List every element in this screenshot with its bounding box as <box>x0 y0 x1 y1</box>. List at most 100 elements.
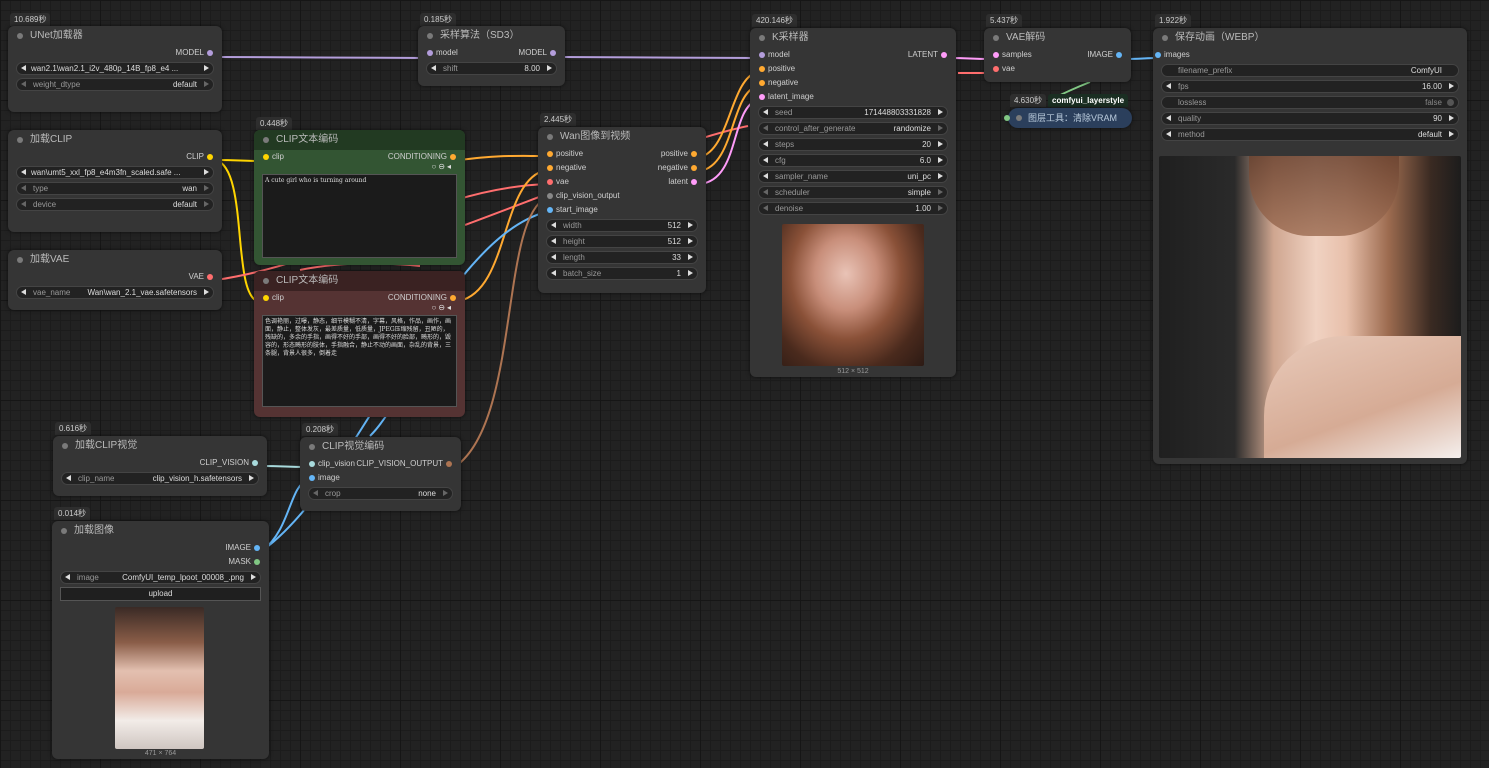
slot-dot-icon[interactable] <box>691 151 697 157</box>
slot-dot-icon[interactable] <box>547 165 553 171</box>
arrow-right-icon[interactable] <box>938 157 943 163</box>
arrow-left-icon[interactable] <box>21 289 26 295</box>
arrow-left-icon[interactable] <box>21 185 26 191</box>
arrow-right-icon[interactable] <box>1449 131 1454 137</box>
wan-positive-output[interactable]: positive <box>661 147 697 161</box>
arrow-right-icon[interactable] <box>688 254 693 260</box>
cfg-widget[interactable]: cfg 6.0 <box>758 154 948 167</box>
vae-decode-node[interactable]: VAE解码 samples IMAGE vae <box>984 28 1131 82</box>
save-webp-node[interactable]: 保存动画（WEBP） images filename_prefix ComfyUI… <box>1153 28 1467 464</box>
load-image-title[interactable]: 加载图像 <box>52 521 269 541</box>
arrow-right-icon[interactable] <box>443 490 448 496</box>
save-webp-title[interactable]: 保存动画（WEBP） <box>1153 28 1467 48</box>
slot-dot-icon[interactable] <box>941 52 947 58</box>
collapse-dot-icon[interactable] <box>62 443 68 449</box>
arrow-left-icon[interactable] <box>551 222 556 228</box>
cve-clip-vision-input[interactable]: clip_vision <box>309 457 355 471</box>
arrow-left-icon[interactable] <box>1166 83 1171 89</box>
arrow-left-icon[interactable] <box>763 205 768 211</box>
sampling-model-output[interactable]: MODEL <box>519 46 556 60</box>
scheduler-combo[interactable]: scheduler simple <box>758 186 948 199</box>
arrow-right-icon[interactable] <box>204 169 209 175</box>
vaedecode-vae-input[interactable]: vae <box>993 62 1015 76</box>
ksampler-latent-output[interactable]: LATENT <box>908 48 947 62</box>
slot-dot-icon[interactable] <box>252 460 258 466</box>
slot-dot-icon[interactable] <box>254 559 260 565</box>
slot-dot-icon[interactable] <box>450 295 456 301</box>
quality-widget[interactable]: quality 90 <box>1161 112 1459 125</box>
arrow-left-icon[interactable] <box>313 490 318 496</box>
sampling-model-input[interactable]: model <box>427 46 458 60</box>
load-image-node[interactable]: 加载图像 IMAGE MASK image ComfyUI_temp_lpoot_… <box>52 521 269 759</box>
save-images-input[interactable]: images <box>1155 48 1190 62</box>
slot-dot-icon[interactable] <box>759 52 765 58</box>
clip-device-combo[interactable]: device default <box>16 198 214 211</box>
arrow-left-icon[interactable] <box>431 65 436 71</box>
collapse-dot-icon[interactable] <box>993 35 999 41</box>
wan-negative-input[interactable]: negative <box>547 161 586 175</box>
collapse-dot-icon[interactable] <box>1162 35 1168 41</box>
collapse-dot-icon[interactable] <box>263 137 269 143</box>
collapse-dot-icon[interactable] <box>1016 115 1022 121</box>
load-clip-node[interactable]: 加载CLIP CLIP wan\umt5_xxl_fp8_e4m3fn_scal… <box>8 130 222 232</box>
unet-name-combo[interactable]: wan2.1\wan2.1_i2v_480p_14B_fp8_e4 ... <box>16 62 214 75</box>
wan-image-to-video-node[interactable]: Wan图像到视频 positive positive negative nega… <box>538 127 706 293</box>
arrow-right-icon[interactable] <box>204 81 209 87</box>
wan-title[interactable]: Wan图像到视频 <box>538 127 706 147</box>
collapse-dot-icon[interactable] <box>17 137 23 143</box>
wan-height-widget[interactable]: height 512 <box>546 235 698 248</box>
arrow-left-icon[interactable] <box>21 169 26 175</box>
slot-dot-icon[interactable] <box>1116 52 1122 58</box>
unet-loader-node[interactable]: UNet加载器 MODEL wan2.1\wan2.1_i2v_480p_14B… <box>8 26 222 112</box>
wan-batch-size-widget[interactable]: batch_size 1 <box>546 267 698 280</box>
load-clip-vision-title[interactable]: 加载CLIP视觉 <box>53 436 267 456</box>
ksampler-negative-input[interactable]: negative <box>759 76 798 90</box>
slot-dot-icon[interactable] <box>446 461 452 467</box>
load-image-image-output[interactable]: IMAGE <box>225 541 260 555</box>
arrow-right-icon[interactable] <box>938 189 943 195</box>
arrow-left-icon[interactable] <box>763 141 768 147</box>
ksampler-latent-input[interactable]: latent_image <box>759 90 814 104</box>
clip-text-neg-clip-input[interactable]: clip <box>263 291 284 305</box>
cve-image-input[interactable]: image <box>309 471 340 485</box>
arrow-right-icon[interactable] <box>251 574 256 580</box>
filename-prefix-field[interactable]: filename_prefix ComfyUI <box>1161 64 1459 77</box>
method-combo[interactable]: method default <box>1161 128 1459 141</box>
slot-dot-icon[interactable] <box>450 154 456 160</box>
arrow-right-icon[interactable] <box>249 475 254 481</box>
collapse-dot-icon[interactable] <box>759 35 765 41</box>
textarea-tools-icon[interactable]: ○⊖◂ <box>431 303 453 312</box>
load-vae-title[interactable]: 加载VAE <box>8 250 222 270</box>
ksampler-title[interactable]: K采样器 <box>750 28 956 48</box>
vae-name-combo[interactable]: vae_name Wan\wan_2.1_vae.safetensors <box>16 286 214 299</box>
clip-name-combo[interactable]: wan\umt5_xxl_fp8_e4m3fn_scaled.safe ... <box>16 166 214 179</box>
arrow-right-icon[interactable] <box>1449 115 1454 121</box>
load-clip-vision-node[interactable]: 加载CLIP视觉 CLIP_VISION clip_name clip_visio… <box>53 436 267 496</box>
load-clip-title[interactable]: 加载CLIP <box>8 130 222 150</box>
negative-prompt-textarea[interactable]: 色调艳丽，过曝，静态，细节模糊不清，字幕，风格，作品，画作，画面，静止，整体发灰… <box>262 315 457 407</box>
lossless-toggle[interactable]: lossless false <box>1161 96 1459 109</box>
cve-output[interactable]: CLIP_VISION_OUTPUT <box>356 457 452 471</box>
clip-text-positive-node[interactable]: CLIP文本编码 clip CONDITIONING ○⊖◂ A cute gi… <box>254 130 465 265</box>
arrow-right-icon[interactable] <box>688 222 693 228</box>
toggle-knob-icon[interactable] <box>1447 99 1454 106</box>
arrow-right-icon[interactable] <box>938 173 943 179</box>
slot-dot-icon[interactable] <box>759 66 765 72</box>
unet-model-output[interactable]: MODEL <box>176 46 213 60</box>
steps-widget[interactable]: steps 20 <box>758 138 948 151</box>
clip-vision-name-combo[interactable]: clip_name clip_vision_h.safetensors <box>61 472 259 485</box>
clip-vision-encode-node[interactable]: CLIP视觉编码 clip_vision CLIP_VISION_OUTPUT … <box>300 437 461 511</box>
slot-dot-icon[interactable] <box>547 179 553 185</box>
arrow-left-icon[interactable] <box>763 109 768 115</box>
sampling-sd3-title[interactable]: 采样算法（SD3） <box>418 26 565 46</box>
arrow-right-icon[interactable] <box>938 109 943 115</box>
control-after-generate-combo[interactable]: control_after_generate randomize <box>758 122 948 135</box>
slot-dot-icon[interactable] <box>207 50 213 56</box>
seed-widget[interactable]: seed 171448803331828 <box>758 106 948 119</box>
upload-button[interactable]: upload <box>60 587 261 601</box>
ksampler-model-input[interactable]: model <box>759 48 790 62</box>
collapse-dot-icon[interactable] <box>427 33 433 39</box>
slot-dot-icon[interactable] <box>1004 115 1010 121</box>
image-file-combo[interactable]: image ComfyUI_temp_lpoot_00008_.png <box>60 571 261 584</box>
arrow-right-icon[interactable] <box>204 289 209 295</box>
